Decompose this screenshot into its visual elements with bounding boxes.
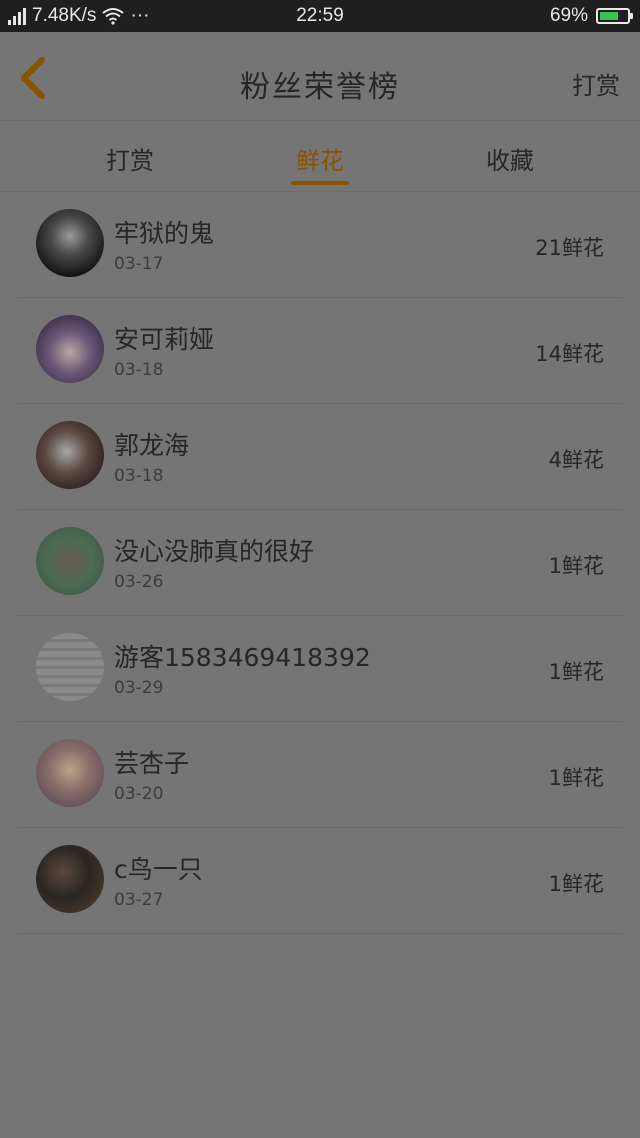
status-bar: 7.48K/s ··· 22:59 69%: [0, 0, 640, 32]
tab-flowers[interactable]: 鲜花: [260, 141, 380, 176]
fan-date: 03-18: [114, 466, 164, 486]
fan-name: 游客1583469418392: [114, 643, 371, 672]
flower-count: 1鲜花: [548, 766, 604, 790]
reward-button[interactable]: 打赏: [572, 66, 620, 101]
flower-count: 14鲜花: [535, 342, 604, 366]
network-speed: 7.48K/s: [32, 5, 97, 26]
fan-name: 没心没肺真的很好: [114, 537, 315, 566]
more-dots: ···: [130, 5, 150, 26]
tab-reward[interactable]: 打赏: [70, 141, 190, 176]
flower-count: 1鲜花: [548, 872, 604, 896]
list-item[interactable]: 郭龙海 03-18 4鲜花: [18, 404, 622, 510]
tab-bar: 打赏 鲜花 收藏: [0, 121, 640, 192]
fan-name: 牢狱的鬼: [114, 219, 215, 248]
flower-count: 21鲜花: [535, 236, 604, 260]
avatar: [36, 315, 104, 383]
list-item[interactable]: c鸟一只 03-27 1鲜花: [18, 828, 622, 934]
fan-date: 03-17: [114, 254, 164, 274]
status-left: 7.48K/s ···: [8, 5, 149, 27]
fan-name: c鸟一只: [114, 855, 203, 884]
fan-date: 03-26: [114, 572, 164, 592]
status-right: 69%: [549, 5, 633, 27]
avatar: [36, 209, 104, 277]
flower-count: 1鲜花: [548, 660, 604, 684]
flower-count: 4鲜花: [548, 448, 604, 472]
fan-name: 芸杏子: [114, 749, 190, 778]
flower-count: 1鲜花: [548, 554, 604, 578]
battery-icon: [596, 8, 633, 24]
avatar: [36, 633, 104, 701]
battery-percent: 69%: [549, 5, 588, 26]
list-item[interactable]: 安可莉娅 03-18 14鲜花: [18, 298, 622, 404]
list-item[interactable]: 牢狱的鬼 03-17 21鲜花: [18, 192, 622, 298]
list-item[interactable]: 游客1583469418392 03-29 1鲜花: [18, 616, 622, 722]
page-title: 粉丝荣誉榜: [240, 70, 400, 105]
nav-header: 粉丝荣誉榜 打赏: [0, 32, 640, 121]
list-item[interactable]: 芸杏子 03-20 1鲜花: [18, 722, 622, 828]
tab-favorites[interactable]: 收藏: [450, 141, 570, 176]
signal-icon: [8, 7, 26, 25]
avatar: [36, 421, 104, 489]
fan-name: 郭龙海: [114, 431, 190, 460]
fan-list: 牢狱的鬼 03-17 21鲜花 安可莉娅 03-18 14鲜花 郭龙海 03-1…: [0, 192, 640, 934]
fan-date: 03-29: [114, 678, 164, 698]
fan-date: 03-20: [114, 784, 164, 804]
fan-name: 安可莉娅: [114, 325, 215, 354]
fan-date: 03-27: [114, 890, 164, 910]
avatar: [36, 739, 104, 807]
avatar: [36, 527, 104, 595]
active-tab-indicator: [291, 181, 349, 185]
wifi-icon: [102, 8, 125, 25]
avatar: [36, 845, 104, 913]
fan-date: 03-18: [114, 360, 164, 380]
battery-fill: [600, 12, 618, 20]
list-item[interactable]: 没心没肺真的很好 03-26 1鲜花: [18, 510, 622, 616]
